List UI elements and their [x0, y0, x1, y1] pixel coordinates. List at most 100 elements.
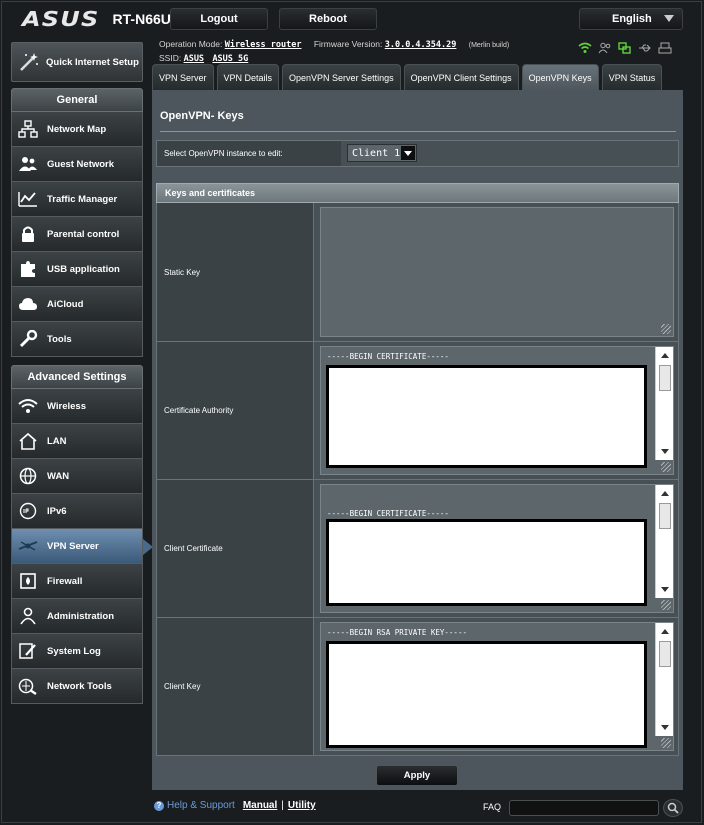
tab-openvpn-client-settings[interactable]: OpenVPN Client Settings [403, 64, 519, 90]
resize-grip-icon[interactable] [661, 324, 671, 334]
language-select[interactable]: English [579, 8, 683, 30]
sidebar-item-label: VPN Server [47, 540, 99, 552]
cloud-icon [18, 294, 38, 314]
tab-vpn-details[interactable]: VPN Details [216, 64, 280, 90]
wifi-icon [18, 396, 38, 416]
sidebar-item-guest-network[interactable]: Guest Network [11, 147, 143, 182]
sidebar-item-firewall[interactable]: Firewall [11, 564, 143, 599]
sidebar-item-label: LAN [47, 435, 67, 447]
redacted-area [326, 365, 647, 468]
certificate-authority-text: -----BEGIN CERTIFICATE----- [327, 352, 449, 361]
reboot-button[interactable]: Reboot [279, 8, 377, 30]
instance-select[interactable]: Client 1 [347, 144, 417, 162]
scrollbar[interactable] [655, 623, 673, 736]
client-certificate-text: -----BEGIN CERTIFICATE----- [327, 509, 449, 518]
search-button[interactable] [663, 799, 683, 817]
home-icon [18, 431, 38, 451]
resize-grip-icon[interactable] [661, 462, 671, 472]
client-key-text: -----BEGIN RSA PRIVATE KEY----- [327, 628, 467, 637]
sidebar-item-label: Traffic Manager [47, 193, 118, 205]
wifi-icon[interactable] [578, 42, 592, 54]
search-icon [667, 802, 679, 814]
sidebar-item-lan[interactable]: LAN [11, 424, 143, 459]
sidebar-item-administration[interactable]: Administration [11, 599, 143, 634]
sidebar-item-label: AiCloud [47, 298, 84, 310]
network-map-icon [18, 119, 38, 139]
sidebar-item-system-log[interactable]: System Log [11, 634, 143, 669]
title-divider [160, 131, 676, 132]
firewall-icon [18, 571, 38, 591]
sidebar-item-label: Network Tools [47, 680, 112, 692]
client-certificate-textarea[interactable]: -----BEGIN CERTIFICATE----- [320, 484, 674, 613]
certificate-authority-textarea[interactable]: -----BEGIN CERTIFICATE----- [320, 346, 674, 475]
sidebar-item-network-map[interactable]: Network Map [11, 112, 143, 147]
tab-vpn-server[interactable]: VPN Server [152, 64, 214, 90]
op-mode-link[interactable]: Wireless router [225, 40, 302, 50]
sidebar-item-network-tools[interactable]: Network Tools [11, 669, 143, 704]
certificate-authority-label: Certificate Authority [157, 342, 314, 479]
client-key-textarea[interactable]: -----BEGIN RSA PRIVATE KEY----- [320, 622, 674, 751]
quick-setup-label: Quick Internet Setup [46, 56, 139, 68]
resize-grip-icon[interactable] [661, 738, 671, 748]
static-key-textarea[interactable] [320, 207, 674, 337]
sidebar-item-label: Network Map [47, 123, 107, 135]
sidebar-item-traffic-manager[interactable]: Traffic Manager [11, 182, 143, 217]
keys-section-heading: Keys and certificates [156, 183, 679, 203]
utility-link[interactable]: Utility [288, 800, 316, 811]
usb-icon[interactable] [638, 42, 652, 54]
sidebar-item-label: USB application [47, 263, 120, 275]
sidebar-item-wan[interactable]: WAN [11, 459, 143, 494]
client-certificate-row: Client Certificate -----BEGIN CERTIFICAT… [156, 480, 679, 618]
sidebar-item-tools[interactable]: Tools [11, 322, 143, 357]
instance-select-row: Select OpenVPN instance to edit: Client … [156, 140, 679, 167]
general-menu: Network Map Guest Network Traffic Manage… [11, 112, 143, 357]
clients-icon[interactable] [598, 42, 612, 54]
lock-icon [18, 224, 38, 244]
tab-vpn-status[interactable]: VPN Status [601, 64, 663, 90]
faq-search-input[interactable] [509, 800, 659, 816]
tab-openvpn-keys[interactable]: OpenVPN Keys [521, 64, 599, 90]
client-key-label: Client Key [157, 618, 314, 755]
certificate-authority-row: Certificate Authority -----BEGIN CERTIFI… [156, 342, 679, 480]
static-key-label: Static Key [157, 203, 314, 341]
admin-user-icon [18, 606, 38, 626]
sidebar-item-parental-control[interactable]: Parental control [11, 217, 143, 252]
language-value: English [612, 13, 652, 25]
client-key-cell: -----BEGIN RSA PRIVATE KEY----- [314, 618, 678, 755]
sidebar-item-label: WAN [47, 470, 70, 482]
wrench-icon [18, 329, 38, 349]
sidebar-item-ipv6[interactable]: IPv6 [11, 494, 143, 529]
sidebar-item-wireless[interactable]: Wireless [11, 389, 143, 424]
puzzle-icon [18, 259, 38, 279]
client-certificate-cell: -----BEGIN CERTIFICATE----- [314, 480, 678, 617]
status-icons [578, 42, 672, 54]
model-name: RT-N66U [112, 11, 171, 27]
ipv6-icon [18, 501, 38, 521]
traffic-manager-icon [18, 189, 38, 209]
apply-button[interactable]: Apply [376, 765, 458, 786]
sidebar-item-usb-application[interactable]: USB application [11, 252, 143, 287]
firmware-link[interactable]: 3.0.0.4.354.29 [385, 40, 457, 50]
sidebar-item-aicloud[interactable]: AiCloud [11, 287, 143, 322]
chevron-down-icon [664, 15, 674, 22]
printer-icon[interactable] [658, 42, 672, 54]
ssid-label: SSID: [159, 53, 182, 63]
tab-openvpn-server-settings[interactable]: OpenVPN Server Settings [282, 64, 401, 90]
help-support-label: Help & Support [167, 800, 235, 811]
ssid-2: ASUS_5G [212, 54, 249, 64]
ssid-1: ASUS [183, 54, 205, 64]
resize-grip-icon[interactable] [661, 600, 671, 610]
status-info: Operation Mode: Wireless router Firmware… [159, 38, 509, 65]
brand-logo: ASUS [22, 7, 100, 31]
general-heading: General [11, 88, 143, 112]
manual-link[interactable]: Manual [243, 800, 277, 811]
footer-separator: | [281, 800, 284, 811]
quick-internet-setup-button[interactable]: Quick Internet Setup [11, 42, 143, 82]
sidebar-item-vpn-server[interactable]: VPN Server [11, 529, 153, 564]
certificate-authority-cell: -----BEGIN CERTIFICATE----- [314, 342, 678, 479]
internet-icon[interactable] [618, 42, 632, 54]
scrollbar[interactable] [655, 485, 673, 598]
instance-select-value: Client 1 [352, 147, 401, 159]
scrollbar[interactable] [655, 347, 673, 460]
logout-button[interactable]: Logout [170, 8, 268, 30]
